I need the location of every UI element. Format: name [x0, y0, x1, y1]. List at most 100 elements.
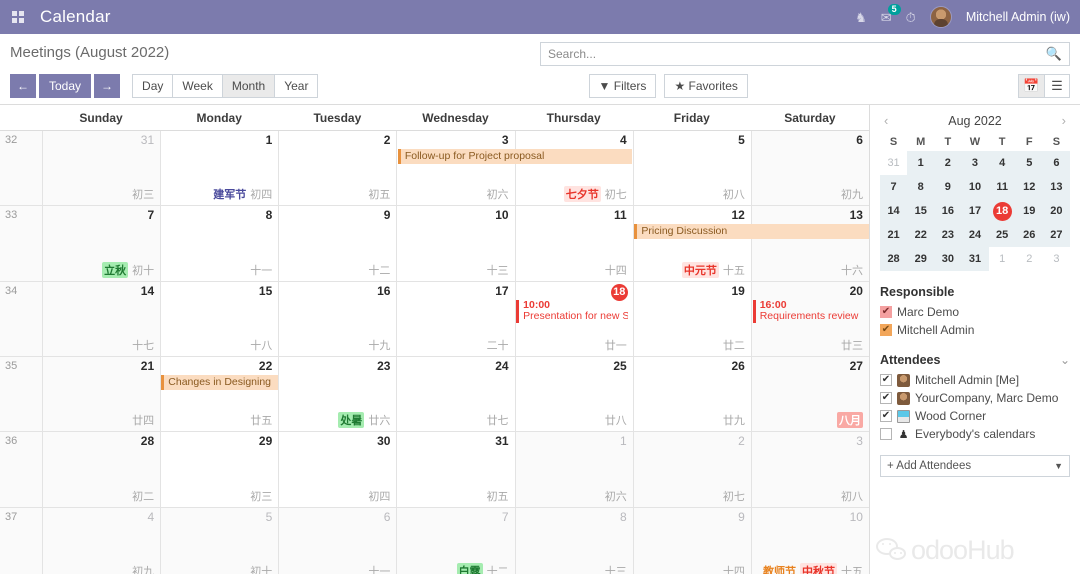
mini-calendar-day[interactable]: 10 [961, 175, 989, 199]
calendar-day-cell[interactable]: 15 十八 [160, 281, 279, 356]
calendar-day-cell[interactable]: 5 初十 [160, 507, 279, 574]
mini-calendar-day[interactable]: 19 [1015, 199, 1043, 223]
calendar-day-cell[interactable]: 7 白露 十二 [396, 507, 515, 574]
calendar-day-cell[interactable]: 12 中元节 十五 [632, 206, 751, 281]
calendar-day-cell[interactable]: 13 十六 [750, 206, 869, 281]
attendee-filter-item[interactable]: ✔ YourCompany, Marc Demo [880, 389, 1070, 407]
mini-calendar-day[interactable]: 30 [934, 247, 962, 271]
week-number[interactable]: 34 [0, 281, 42, 356]
scale-week-button[interactable]: Week [172, 74, 222, 98]
calendar-event[interactable]: 10:00 Presentation for new Ser [516, 299, 628, 323]
calendar-day-cell[interactable]: 1 建军节 初四 [160, 131, 279, 206]
calendar-day-cell[interactable]: 3 初八 [750, 432, 869, 507]
calendar-day-cell[interactable]: 4 初九 [42, 507, 161, 574]
add-attendees-select[interactable]: + Add Attendees ▼ [880, 455, 1070, 477]
mini-calendar-day[interactable]: 6 [1042, 151, 1070, 175]
today-button[interactable]: Today [39, 74, 92, 98]
checkbox[interactable] [880, 428, 892, 440]
chevron-left-icon[interactable]: ‹ [880, 113, 892, 128]
mini-calendar-day[interactable]: 5 [1015, 151, 1043, 175]
calendar-day-cell[interactable]: 24 廿七 [396, 356, 515, 432]
prev-period-button[interactable]: ← [10, 74, 36, 98]
calendar-day-cell[interactable]: 29 初三 [160, 432, 279, 507]
mini-calendar-day[interactable]: 14 [880, 199, 908, 223]
week-number[interactable]: 33 [0, 206, 42, 281]
mini-calendar-day[interactable]: 4 [988, 151, 1016, 175]
mini-calendar-day[interactable]: 13 [1042, 175, 1070, 199]
checkbox[interactable]: ✔ [880, 324, 892, 336]
checkbox[interactable]: ✔ [880, 306, 892, 318]
calendar-day-cell[interactable]: 9 十四 [632, 507, 751, 574]
clock-icon[interactable]: ⏱ [906, 11, 916, 24]
calendar-day-cell[interactable]: 3 初六 [396, 131, 515, 206]
messages-icon[interactable]: ✉ 5 [881, 3, 901, 24]
mini-calendar-day[interactable]: 24 [961, 223, 989, 247]
attendee-filter-item[interactable]: ♟ Everybody's calendars [880, 425, 1070, 443]
calendar-day-cell[interactable]: 2 初五 [278, 131, 397, 206]
responsible-filter-item[interactable]: ✔ Marc Demo [880, 303, 1070, 321]
mini-calendar-day[interactable]: 29 [907, 247, 935, 271]
calendar-day-cell[interactable]: 11 十四 [514, 206, 633, 281]
calendar-day-cell[interactable]: 26 廿九 [632, 356, 751, 432]
favorites-button[interactable]: ★ Favorites [664, 74, 748, 98]
mini-calendar-day[interactable]: 20 [1042, 199, 1070, 223]
avatar[interactable] [929, 6, 952, 28]
next-period-button[interactable]: → [94, 74, 121, 98]
calendar-event[interactable]: Changes in Designing [161, 374, 278, 390]
calendar-day-cell[interactable]: 22 廿五 [160, 356, 279, 432]
attendee-filter-item[interactable]: ✔ Wood Corner [880, 407, 1070, 425]
mini-calendar-day[interactable]: 3 [1043, 247, 1070, 271]
mini-calendar-day[interactable]: 22 [907, 223, 935, 247]
calendar-day-cell[interactable]: 28 初二 [42, 432, 161, 507]
calendar-day-cell[interactable]: 10 十三 [396, 206, 515, 281]
filters-button[interactable]: ▼︎ Filters [588, 74, 657, 98]
week-number[interactable]: 35 [0, 356, 42, 432]
attendee-filter-item[interactable]: ✔ Mitchell Admin [Me] [880, 371, 1070, 389]
mini-calendar-day[interactable]: 23 [934, 223, 962, 247]
calendar-day-cell[interactable]: 7 立秋 初十 [42, 206, 161, 281]
apps-grid-icon[interactable] [12, 11, 24, 23]
mini-calendar-day[interactable]: 8 [907, 175, 935, 199]
calendar-day-cell[interactable]: 30 初四 [278, 432, 397, 507]
scale-month-button[interactable]: Month [221, 74, 275, 98]
calendar-day-cell[interactable]: 25 廿八 [514, 356, 633, 432]
calendar-day-cell[interactable]: 1 初六 [514, 432, 633, 507]
calendar-day-cell[interactable]: 10 教师节 中秋节 十五 [750, 507, 869, 574]
calendar-day-cell[interactable]: 27 八月 [750, 356, 869, 432]
mini-calendar-day[interactable]: 17 [961, 199, 989, 223]
mini-calendar-day[interactable]: 1 [989, 247, 1016, 271]
checkbox[interactable]: ✔ [880, 410, 892, 422]
mini-calendar-day[interactable]: 1 [907, 151, 935, 175]
search-input[interactable] [548, 47, 1046, 61]
calendar-day-cell[interactable]: 21 廿四 [42, 356, 161, 432]
mini-calendar-day[interactable]: 16 [934, 199, 962, 223]
search-box[interactable]: 🔍 [540, 42, 1070, 66]
calendar-day-cell[interactable]: 31 初三 [42, 131, 161, 206]
responsible-filter-item[interactable]: ✔ Mitchell Admin [880, 321, 1070, 339]
mini-calendar-day[interactable]: 27 [1042, 223, 1070, 247]
calendar-event[interactable]: 16:00 Requirements review [752, 299, 865, 323]
calendar-day-cell[interactable]: 31 初五 [396, 432, 515, 507]
scale-year-button[interactable]: Year [274, 74, 319, 98]
calendar-day-cell[interactable]: 16 十九 [278, 281, 397, 356]
list-view-icon[interactable]: ☰ [1043, 74, 1070, 98]
calendar-day-cell[interactable]: 6 十一 [278, 507, 397, 574]
mini-calendar-day[interactable]: 7 [880, 175, 908, 199]
mini-calendar-day[interactable]: 18 [988, 199, 1016, 223]
mini-calendar-day[interactable]: 21 [880, 223, 908, 247]
mini-calendar-day[interactable]: 11 [988, 175, 1016, 199]
checkbox[interactable]: ✔ [880, 374, 892, 386]
chevron-right-icon[interactable]: › [1058, 113, 1070, 128]
mini-calendar-day[interactable]: 25 [988, 223, 1016, 247]
calendar-day-cell[interactable]: 23 处暑 廿六 [278, 356, 397, 432]
checkbox[interactable]: ✔ [880, 392, 892, 404]
mini-calendar-day[interactable]: 2 [1016, 247, 1043, 271]
calendar-event[interactable]: Pricing Discussion [634, 224, 869, 240]
mini-calendar-day[interactable]: 3 [961, 151, 989, 175]
mini-calendar-day[interactable]: 31 [880, 151, 907, 175]
calendar-day-cell[interactable]: 17 二十 [396, 281, 515, 356]
calendar-day-cell[interactable]: 8 十一 [160, 206, 279, 281]
scale-day-button[interactable]: Day [132, 74, 173, 98]
search-icon[interactable]: 🔍 [1046, 46, 1062, 62]
mini-calendar-day[interactable]: 12 [1015, 175, 1043, 199]
